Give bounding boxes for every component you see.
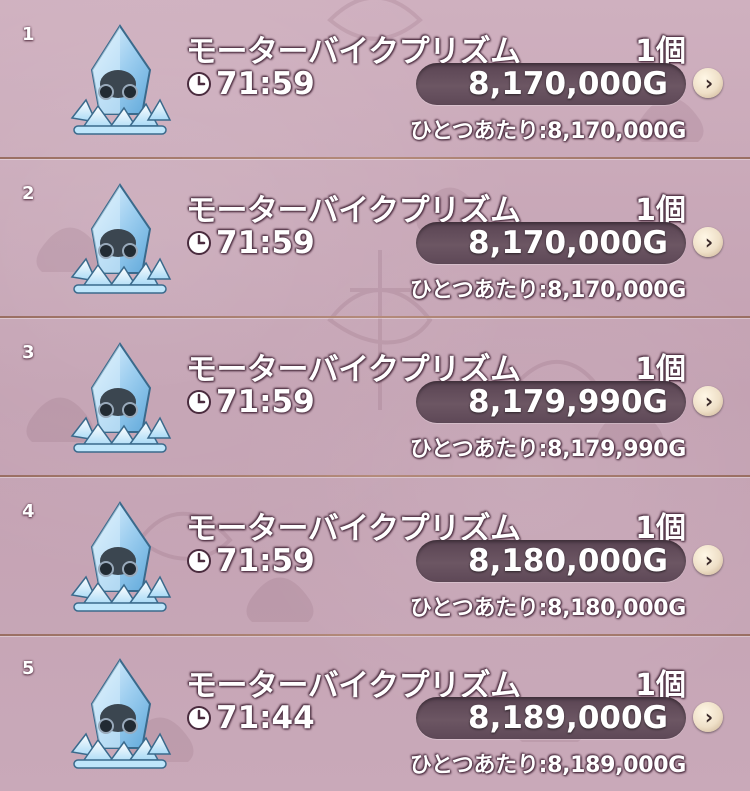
listing-row[interactable]: 4 モーターバイクプリズム 1個 71:59 8,180,000G › ひとつあ…	[0, 477, 750, 636]
unit-price: ひとつあたり:8,170,000G	[409, 119, 686, 144]
clock-icon	[187, 706, 211, 730]
time-remaining: 71:44	[186, 698, 315, 738]
clock-icon	[187, 549, 211, 573]
clock-icon	[187, 72, 211, 96]
time-remaining: 71:59	[186, 64, 315, 104]
detail-button[interactable]: ›	[693, 227, 723, 257]
detail-button[interactable]: ›	[693, 545, 723, 575]
motorbike-prism-crystal-icon	[70, 658, 172, 769]
unit-price: ひとつあたり:8,170,000G	[409, 278, 686, 303]
chevron-right-icon: ›	[704, 71, 714, 95]
row-number: 1	[22, 24, 35, 45]
time-remaining: 71:59	[186, 382, 315, 422]
listing-row[interactable]: 1 モーターバイクプリズム 1個 71:59 8,170,000G › ひとつあ…	[0, 0, 750, 159]
chevron-right-icon: ›	[704, 389, 714, 413]
price-box: 8,180,000G	[416, 540, 686, 582]
motorbike-prism-crystal-icon	[70, 183, 172, 294]
listing-row[interactable]: 5 モーターバイクプリズム 1個 71:44 8,189,000G › ひとつあ…	[0, 634, 750, 791]
detail-button[interactable]: ›	[693, 68, 723, 98]
chevron-right-icon: ›	[704, 230, 714, 254]
unit-price: ひとつあたり:8,189,000G	[409, 753, 686, 778]
motorbike-prism-crystal-icon	[70, 501, 172, 612]
listing-price: 8,179,990G	[468, 384, 668, 420]
unit-price: ひとつあたり:8,180,000G	[409, 596, 686, 621]
row-number: 2	[22, 183, 35, 204]
detail-button[interactable]: ›	[693, 702, 723, 732]
chevron-right-icon: ›	[704, 705, 714, 729]
clock-icon	[187, 390, 211, 414]
motorbike-prism-crystal-icon	[70, 24, 172, 135]
listing-row[interactable]: 3 モーターバイクプリズム 1個 71:59 8,179,990G › ひとつあ…	[0, 318, 750, 477]
time-remaining-text: 71:59	[216, 543, 315, 579]
time-remaining-text: 71:59	[216, 384, 315, 420]
row-number: 5	[22, 658, 35, 679]
price-box: 8,170,000G	[416, 222, 686, 264]
time-remaining: 71:59	[186, 541, 315, 581]
listing-list: 1 モーターバイクプリズム 1個 71:59 8,170,000G › ひとつあ…	[0, 0, 750, 791]
time-remaining-text: 71:44	[216, 700, 315, 736]
price-box: 8,189,000G	[416, 697, 686, 739]
listing-price: 8,189,000G	[468, 700, 668, 736]
listing-price: 8,170,000G	[468, 66, 668, 102]
time-remaining-text: 71:59	[216, 66, 315, 102]
unit-price: ひとつあたり:8,179,990G	[409, 437, 686, 462]
time-remaining-text: 71:59	[216, 225, 315, 261]
time-remaining: 71:59	[186, 223, 315, 263]
price-box: 8,179,990G	[416, 381, 686, 423]
price-box: 8,170,000G	[416, 63, 686, 105]
listing-price: 8,180,000G	[468, 543, 668, 579]
motorbike-prism-crystal-icon	[70, 342, 172, 453]
row-number: 3	[22, 342, 35, 363]
chevron-right-icon: ›	[704, 548, 714, 572]
row-number: 4	[22, 501, 35, 522]
clock-icon	[187, 231, 211, 255]
listing-price: 8,170,000G	[468, 225, 668, 261]
listing-row[interactable]: 2 モーターバイクプリズム 1個 71:59 8,170,000G › ひとつあ…	[0, 159, 750, 318]
detail-button[interactable]: ›	[693, 386, 723, 416]
